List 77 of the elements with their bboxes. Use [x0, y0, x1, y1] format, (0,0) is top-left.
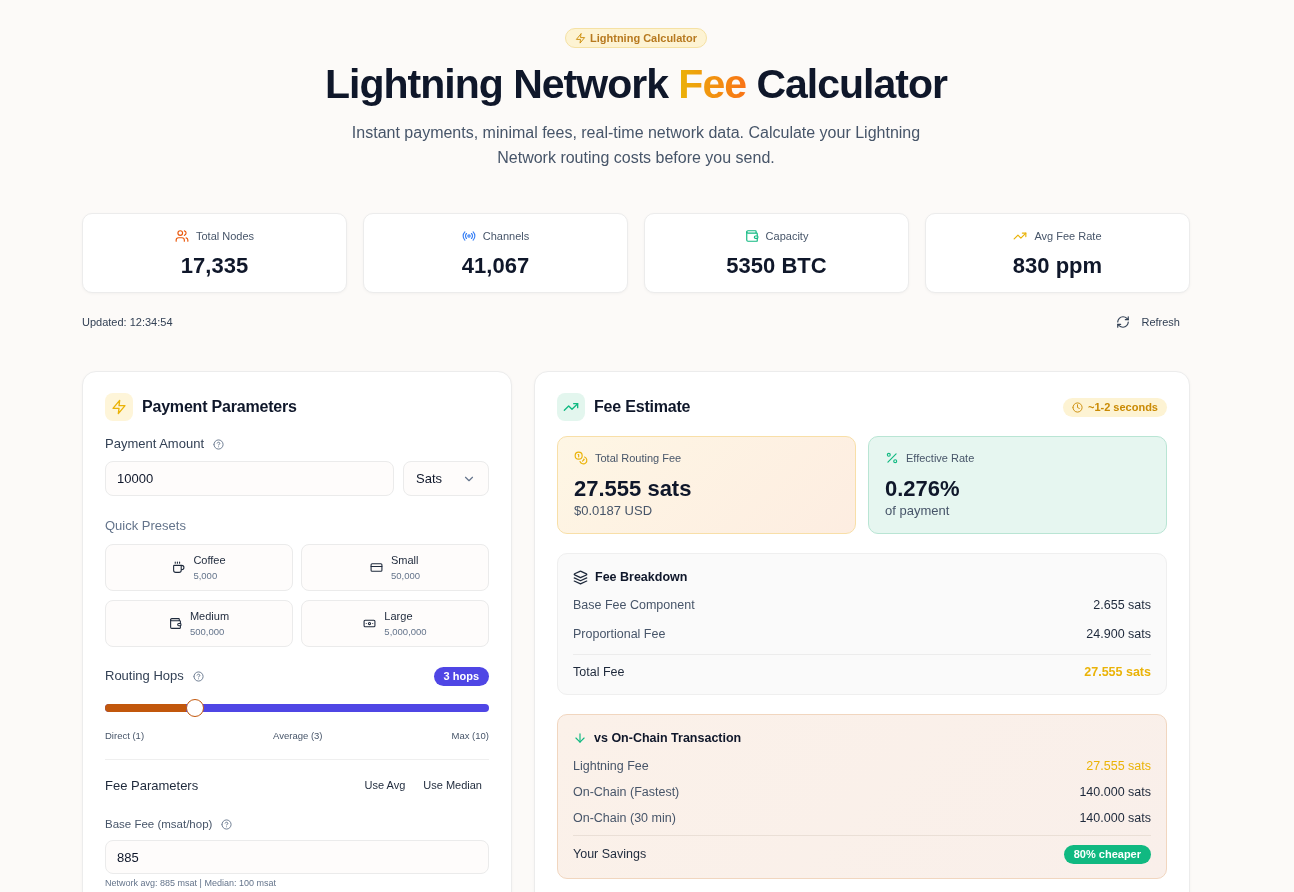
section-label: Fee Parameters — [105, 777, 199, 793]
slider-thumb[interactable] — [186, 699, 205, 717]
credit-card-icon — [369, 561, 383, 574]
lightning-bolt-icon — [105, 393, 133, 421]
row-label: Proportional Fee — [573, 627, 666, 641]
text-button[interactable]: Use Avg — [357, 777, 413, 793]
card-value: 27.555 sats — [574, 476, 693, 502]
row-label: Total Fee — [573, 665, 625, 679]
help-icon — [213, 438, 224, 450]
scale-label: Direct (1) — [105, 729, 145, 743]
stat-value: 830 ppm — [1012, 252, 1103, 280]
text-button[interactable]: Use Median — [416, 777, 489, 793]
row-label: On-Chain (30 min) — [573, 811, 676, 825]
scale-label: Average (3) — [273, 729, 323, 743]
wallet-icon — [744, 229, 759, 243]
coins-icon — [574, 451, 588, 465]
field-label: Routing Hops — [105, 667, 184, 685]
help-icon — [192, 670, 204, 682]
card-title: vs On-Chain Transaction — [594, 731, 742, 745]
row-label: Base Fee Component — [573, 598, 695, 612]
row-value: 27.555 sats — [1086, 759, 1151, 773]
badge-label: Lightning Calculator — [590, 32, 697, 44]
row-value: 2.655 sats — [1093, 598, 1151, 612]
layers-icon — [573, 569, 588, 585]
page-subtitle: Instant payments, minimal fees, real-time network data. Calculate your Lightning Network routing costs before you send. — [350, 123, 922, 168]
field-label: Payment Amount — [105, 435, 204, 453]
row-value: 27.555 sats — [1084, 665, 1151, 679]
row-label: On-Chain (Fastest) — [573, 785, 680, 799]
banknote-icon — [363, 617, 377, 630]
amount-input[interactable]: 10000 — [105, 461, 394, 496]
stat-value: 17,335 — [180, 252, 249, 280]
preset-button[interactable]: Small 50,000 — [301, 544, 489, 591]
card-caption: $0.0187 USD — [574, 503, 654, 519]
updated-time: Updated: 12:34:54 — [82, 316, 173, 328]
time-badge-label: ~1-2 seconds — [1088, 401, 1158, 413]
row-value: 24.900 sats — [1086, 627, 1151, 641]
help-icon — [221, 818, 233, 830]
row-label: Your Savings — [573, 847, 647, 861]
card-label: Total Routing Fee — [595, 452, 682, 464]
coffee-cup-icon — [172, 561, 186, 574]
arrow-down-icon — [573, 731, 587, 745]
trending-up-icon — [557, 393, 585, 421]
preset-button[interactable]: Coffee 5,000 — [105, 544, 293, 591]
card-value: 0.276% — [885, 476, 961, 502]
refresh-icon — [1116, 315, 1131, 329]
row-label: Lightning Fee — [573, 759, 649, 773]
card-label: Effective Rate — [906, 452, 975, 464]
base-fee-input[interactable]: 885 — [105, 840, 489, 874]
panel-title: Fee Estimate — [594, 398, 691, 416]
page-title: Lightning Network Fee Calculator — [325, 60, 947, 108]
field-hint: Network avg: 885 msat | Median: 100 msat — [105, 878, 277, 889]
scale-label: Max (10) — [451, 729, 489, 743]
field-label: Base Fee (msat/hop) — [105, 817, 213, 832]
stat-value: 41,067 — [461, 252, 530, 280]
hops-badge: 3 hops — [433, 666, 489, 686]
card-caption: of payment — [885, 503, 951, 519]
preset-button[interactable]: Large 5,000,000 — [301, 600, 489, 647]
refresh-button[interactable]: Refresh — [1116, 313, 1190, 331]
users-icon — [174, 229, 189, 243]
savings-badge: 80% cheaper — [1063, 844, 1151, 864]
panel-title: Payment Parameters — [142, 398, 297, 416]
stat-value: 5350 BTC — [726, 252, 827, 280]
stat-label: Avg Fee Rate — [1034, 230, 1102, 242]
percent-icon — [885, 451, 899, 465]
wallet-icon — [168, 617, 182, 630]
stat-label: Capacity — [765, 230, 809, 242]
stat-label: Channels — [482, 230, 530, 242]
section-label: Quick Presets — [105, 517, 187, 535]
clock-icon — [1072, 401, 1083, 413]
stat-label: Total Nodes — [195, 230, 255, 242]
lightning-bolt-icon — [575, 32, 586, 44]
row-value: 140.000 sats — [1079, 785, 1151, 799]
row-value: 140.000 sats — [1079, 811, 1151, 825]
card-title: Fee Breakdown — [595, 570, 688, 584]
preset-button[interactable]: Medium 500,000 — [105, 600, 293, 647]
broadcast-icon — [461, 229, 476, 243]
unit-select[interactable]: Sats — [403, 461, 489, 496]
